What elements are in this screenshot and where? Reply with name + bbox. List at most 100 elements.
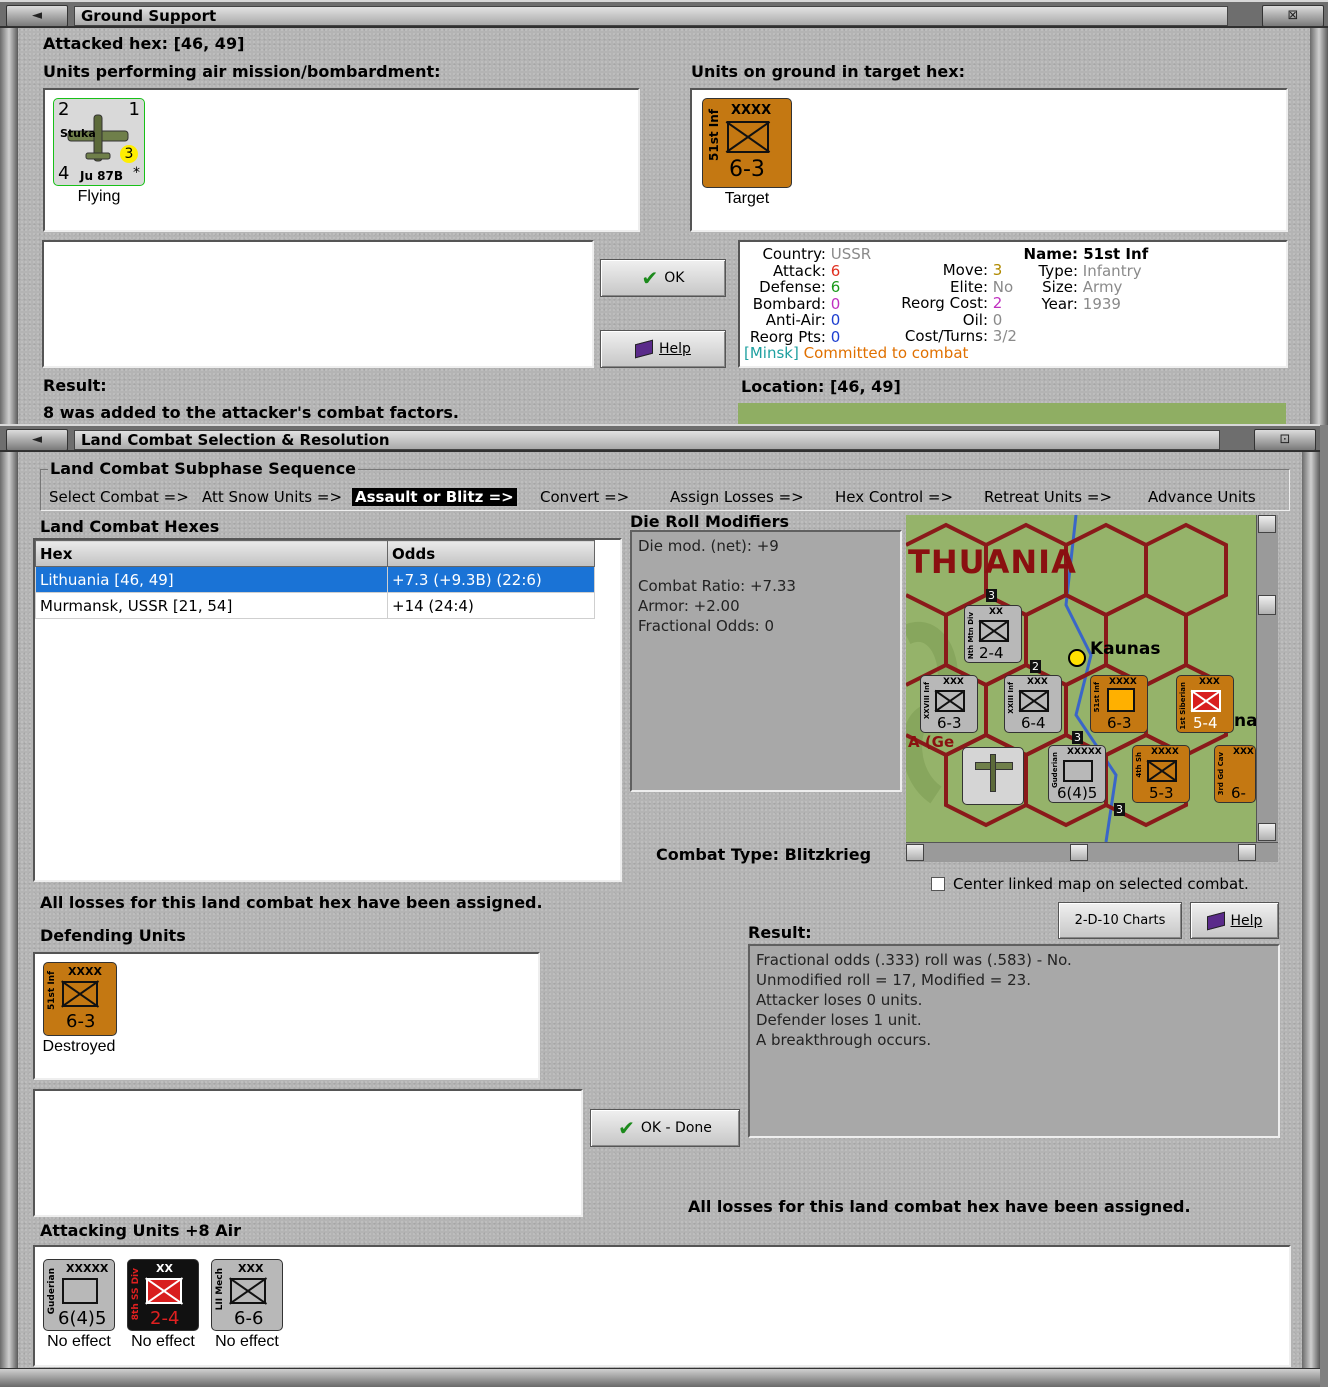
map-counter[interactable]: XXX XXIII Inf 6-4 [1004,675,1062,733]
info-mid-column: Move: 3 Elite: No Reorg Cost: 2 Oil: 0 C… [890,262,1017,345]
defender-counter[interactable]: XXXX 51st Inf 6-3 [43,962,117,1036]
help-label: Help [659,341,691,357]
attacker-counter-mech[interactable]: XXX LII Mech 6-6 [211,1259,283,1331]
cell-hex: Lithuania [46, 49] [35,566,388,593]
window-menu-icon[interactable]: ◄ [6,5,68,27]
air-star: * [133,165,140,181]
left-frame [0,28,18,425]
scroll-left-icon[interactable] [906,844,924,861]
info-reorg-cost: Reorg Cost: 2 [901,294,1003,312]
map-air-counter[interactable] [962,747,1024,805]
check-icon: ✔ [641,266,659,290]
seq-att-snow-units: Att Snow Units => [202,488,343,506]
map-counter[interactable]: XXXX 4th Sh 5-3 [1132,745,1190,803]
ground-units-panel: XXXX 51st Inf 6-3 Target [690,88,1288,232]
map-city-label: Kaunas [1090,639,1161,659]
seq-select-combat: Select Combat => [49,488,189,506]
help-button[interactable]: Help [1190,902,1279,939]
result-line: Fractional odds (.333) roll was (.583) -… [756,951,1072,969]
help-button[interactable]: Help [600,330,726,368]
scroll-thumb-h[interactable] [1070,844,1088,861]
die-mod-line: Die mod. (net): +9 [638,537,779,555]
attacking-units-panel: XXXXX Guderian 6(4)5 No effect XX 8th SS… [33,1245,1291,1367]
unit-info-panel: Country: USSR Attack: 6 Defense: 6 Bomba… [738,240,1288,368]
result-line: A breakthrough occurs. [756,1031,932,1049]
table-header: Hex Odds [35,540,595,567]
attacker-counter-guderian[interactable]: XXXXX Guderian 6(4)5 [43,1259,115,1331]
info-oil: Oil: 0 [962,310,1003,329]
ok-done-label: OK - Done [640,1120,712,1136]
infantry-icon [727,121,769,153]
losses-assigned-text: All losses for this land combat hex have… [40,893,543,912]
scroll-thumb-v[interactable] [1258,595,1276,615]
air-unit-name: Stuka [60,127,96,140]
target-counter[interactable]: XXXX 51st Inf 6-3 [702,98,792,188]
air-units-panel: 2 1 Stuka 3 4 Ju 87B * Flying [43,88,640,232]
seq-hex-control: Hex Control => [835,488,954,506]
air-model: Ju 87B [80,169,124,183]
stack-count: 3 [1114,803,1125,816]
info-move: Move: 3 [942,261,1003,279]
scroll-right-icon[interactable] [1238,844,1256,861]
charts-button[interactable]: 2-D-10 Charts [1058,902,1182,939]
restore-icon[interactable]: ⊡ [1254,429,1316,451]
map-counter[interactable]: XXX XXVIII Inf 6-3 [920,675,978,733]
die-blank-line [638,556,796,576]
table-row[interactable]: Lithuania [46, 49] +7.3 (+9.3B) (22:6) [35,566,595,593]
attacked-hex-label: Attacked hex: [46, 49] [43,34,245,53]
lc-result-panel: Fractional odds (.333) roll was (.583) -… [748,944,1280,1138]
map-region-label: THUANIA [908,543,1077,581]
result-line: Attacker loses 0 units. [756,991,923,1009]
window-title: Land Combat Selection & Resolution [74,430,1220,450]
map-counter[interactable]: XXX 3rd Gd Cav 6-1 [1214,745,1256,803]
combat-hexes-list: Hex Odds Lithuania [46, 49] +7.3 (+9.3B)… [33,538,622,882]
attacker-caption: No effect [131,1333,195,1350]
scroll-down-icon[interactable] [1258,823,1276,841]
attacker-counter-ss[interactable]: XX 8th SS Div 2-4 [127,1259,199,1331]
info-country: Country: USSR [762,245,872,263]
map-counter[interactable]: XXXXX Guderian 6(4)5 [1048,745,1106,803]
combat-type: Combat Type: Blitzkrieg [656,845,872,864]
map-vertical-scrollbar[interactable] [1256,515,1278,842]
die-roll-lines: Die mod. (net): +9 Combat Ratio: +7.33 A… [638,536,796,636]
info-cost-turns: Cost/Turns: 3/2 [904,327,1017,345]
map-horizontal-scrollbar[interactable] [906,842,1278,862]
combat-map[interactable]: THUANIA Kaunas na A (Ge XX Nth Mtn Div 2… [906,515,1256,842]
map-counter-selected[interactable]: XXXX 51st Inf 6-3 [1090,675,1148,733]
defender-size: XXXX [68,965,102,978]
scroll-up-icon[interactable] [1258,515,1276,533]
right-frame [1302,452,1320,1387]
col-hex[interactable]: Hex [35,540,388,567]
gs-result-label: Result: [43,376,107,395]
die-roll-label: Die Roll Modifiers [630,512,790,531]
ground-support-titlebar: ◄ Ground Support ⊠ [0,0,1328,28]
window-menu-icon[interactable]: ◄ [6,429,68,451]
ok-button[interactable]: ✔ OK [600,259,726,297]
target-caption: Target [724,190,770,207]
info-elite: Elite: No [950,277,1014,296]
map-counter[interactable]: XXX 1st Siberian 5-4 [1176,675,1234,733]
ok-label: OK [664,270,685,286]
stuka-counter[interactable]: 2 1 Stuka 3 4 Ju 87B * [53,98,145,186]
combat-hexes-table: Hex Odds Lithuania [46, 49] +7.3 (+9.3B)… [35,540,595,619]
help-book-icon [1206,911,1225,930]
center-map-checkbox[interactable] [931,877,945,891]
defending-units-label: Defending Units [40,926,186,945]
table-row[interactable]: Murmansk, USSR [21, 54] +14 (24:4) [35,592,595,619]
right-frame [1310,28,1328,425]
seq-assign-losses: Assign Losses => [670,488,804,506]
seq-assault-or-blitz: Assault or Blitz => [352,488,517,506]
gs-mini-map[interactable] [738,403,1286,425]
close-icon[interactable]: ⊠ [1262,5,1324,27]
infantry-icon [62,981,98,1007]
target-name: 51st Inf [707,109,721,161]
air-badge: 3 [120,145,138,163]
air-units-label: Units performing air mission/bombardment… [43,62,441,81]
charts-label: 2-D-10 Charts [1074,913,1166,928]
seq-advance-units: Advance Units [1148,488,1256,506]
map-counter[interactable]: XX Nth Mtn Div 2-4 [964,605,1022,663]
col-odds[interactable]: Odds [387,540,595,567]
ok-done-button[interactable]: ✔ OK - Done [590,1109,740,1147]
stack-count: 2 [1030,660,1041,673]
losses-assigned-text-2: All losses for this land combat hex have… [688,1197,1191,1216]
